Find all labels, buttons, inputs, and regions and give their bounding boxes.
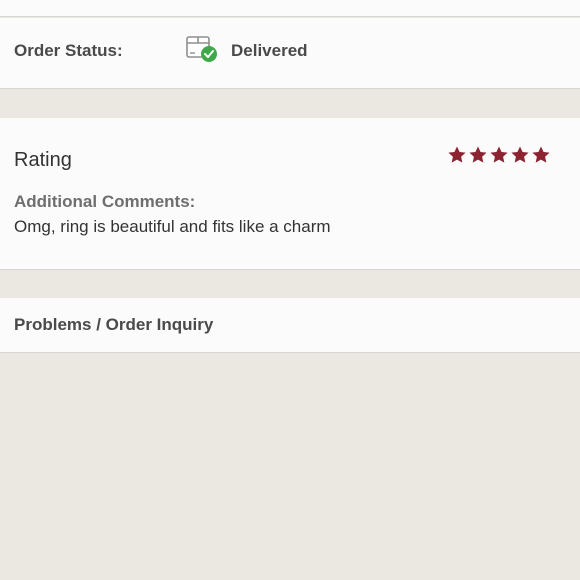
package-delivered-icon xyxy=(185,34,219,64)
star-rating xyxy=(447,145,551,165)
additional-comments-text: Omg, ring is beautiful and fits like a c… xyxy=(14,217,331,236)
star-icon xyxy=(511,146,529,163)
order-status-value: Delivered xyxy=(231,41,308,60)
rating-title: Rating xyxy=(14,149,72,171)
star-icon xyxy=(490,146,508,163)
problems-order-inquiry-label: Problems / Order Inquiry xyxy=(14,315,214,334)
additional-comments-label: Additional Comments: xyxy=(14,192,196,211)
problems-order-inquiry-row[interactable]: Problems / Order Inquiry xyxy=(0,298,580,353)
rating-card: Rating Additional Comments: Omg, ring is… xyxy=(0,118,580,270)
star-icon xyxy=(532,146,550,163)
order-status-label: Order Status: xyxy=(14,41,123,60)
star-icon xyxy=(448,146,466,163)
top-section-edge xyxy=(0,0,580,17)
star-icon xyxy=(469,146,487,163)
order-status-card: Order Status: Delivered xyxy=(0,18,580,89)
